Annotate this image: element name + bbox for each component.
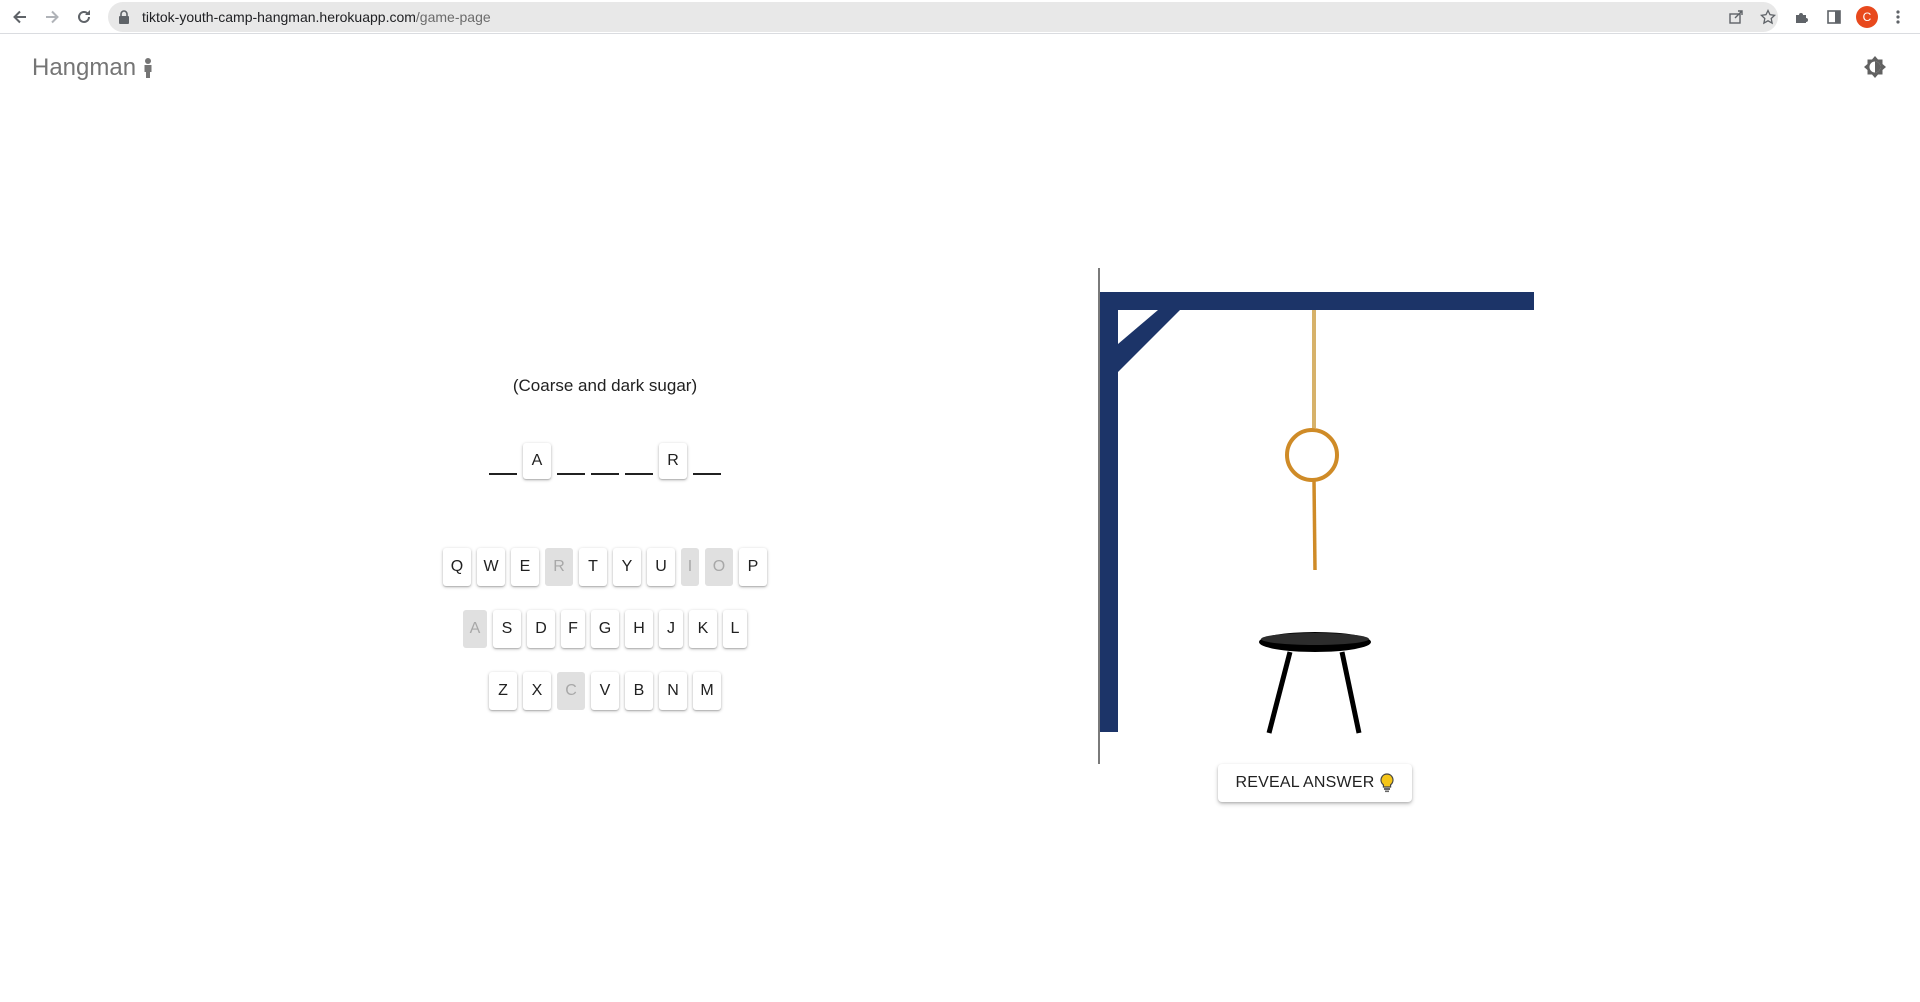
letter-slot	[557, 451, 585, 475]
key-d[interactable]: D	[527, 610, 555, 648]
gallows-brace	[1118, 310, 1180, 372]
key-z[interactable]: Z	[489, 672, 517, 710]
app-title: Hangman	[32, 54, 154, 82]
letter-slot	[591, 451, 619, 475]
address-bar[interactable]: tiktok-youth-camp-hangman.herokuapp.com/…	[108, 2, 1778, 32]
url-path: /game-page	[415, 9, 491, 25]
noose-tail	[1312, 479, 1317, 571]
brightness-icon[interactable]	[1862, 54, 1888, 80]
letter-slot	[625, 451, 653, 475]
letter-slot: A	[523, 443, 551, 479]
key-j[interactable]: J	[659, 610, 683, 648]
key-o: O	[705, 548, 733, 586]
lock-icon[interactable]	[118, 10, 132, 24]
back-icon[interactable]	[6, 3, 34, 31]
key-w[interactable]: W	[477, 548, 505, 586]
reload-icon[interactable]	[70, 3, 98, 31]
side-panel-icon[interactable]	[1820, 3, 1848, 31]
url-text[interactable]: tiktok-youth-camp-hangman.herokuapp.com/…	[142, 9, 491, 25]
key-l[interactable]: L	[723, 610, 747, 648]
menu-icon[interactable]	[1884, 3, 1912, 31]
person-icon	[142, 57, 154, 79]
gallows-beam	[1100, 292, 1534, 310]
keyboard-row-1: Q W E R T Y U I O P	[405, 548, 805, 586]
key-p[interactable]: P	[739, 548, 767, 586]
reveal-answer-button[interactable]: REVEAL ANSWER	[1218, 764, 1412, 802]
keyboard-row-2: A S D F G H J K L	[405, 610, 805, 648]
url-domain: tiktok-youth-camp-hangman.herokuapp.com	[142, 9, 416, 25]
extensions-icon[interactable]	[1788, 3, 1816, 31]
key-t[interactable]: T	[579, 548, 607, 586]
key-f[interactable]: F	[561, 610, 585, 648]
gallows-drawing	[1098, 268, 1534, 764]
key-h[interactable]: H	[625, 610, 653, 648]
app-title-text: Hangman	[32, 54, 137, 81]
key-b[interactable]: B	[625, 672, 653, 710]
avatar[interactable]: C	[1856, 6, 1878, 28]
gallows-post	[1100, 292, 1118, 732]
key-s[interactable]: S	[493, 610, 521, 648]
reveal-answer-label: REVEAL ANSWER	[1235, 774, 1375, 791]
stool-leg-right	[1339, 651, 1362, 734]
key-c: C	[557, 672, 585, 710]
word-display: A R	[405, 439, 805, 479]
key-k[interactable]: K	[689, 610, 717, 648]
key-v[interactable]: V	[591, 672, 619, 710]
key-y[interactable]: Y	[613, 548, 641, 586]
key-a: A	[463, 610, 487, 648]
browser-toolbar: tiktok-youth-camp-hangman.herokuapp.com/…	[0, 0, 1920, 34]
key-i: I	[681, 548, 699, 586]
keyboard-row-3: Z X C V B N M	[405, 672, 805, 710]
star-icon[interactable]	[1758, 7, 1778, 27]
lightbulb-icon	[1380, 773, 1395, 793]
key-u[interactable]: U	[647, 548, 675, 586]
key-n[interactable]: N	[659, 672, 687, 710]
key-e[interactable]: E	[511, 548, 539, 586]
forward-icon[interactable]	[38, 3, 66, 31]
stool-leg-left	[1266, 651, 1293, 734]
share-icon[interactable]	[1726, 7, 1746, 27]
key-q[interactable]: Q	[443, 548, 471, 586]
noose	[1285, 428, 1339, 482]
stool-seat-top	[1261, 633, 1369, 645]
key-m[interactable]: M	[693, 672, 721, 710]
app-bar: Hangman	[0, 35, 1920, 99]
letter-slot: R	[659, 443, 687, 479]
letter-slot	[489, 451, 517, 475]
key-g[interactable]: G	[591, 610, 619, 648]
key-x[interactable]: X	[523, 672, 551, 710]
letter-slot	[693, 451, 721, 475]
hint-text: (Coarse and dark sugar)	[512, 376, 698, 395]
key-r: R	[545, 548, 573, 586]
